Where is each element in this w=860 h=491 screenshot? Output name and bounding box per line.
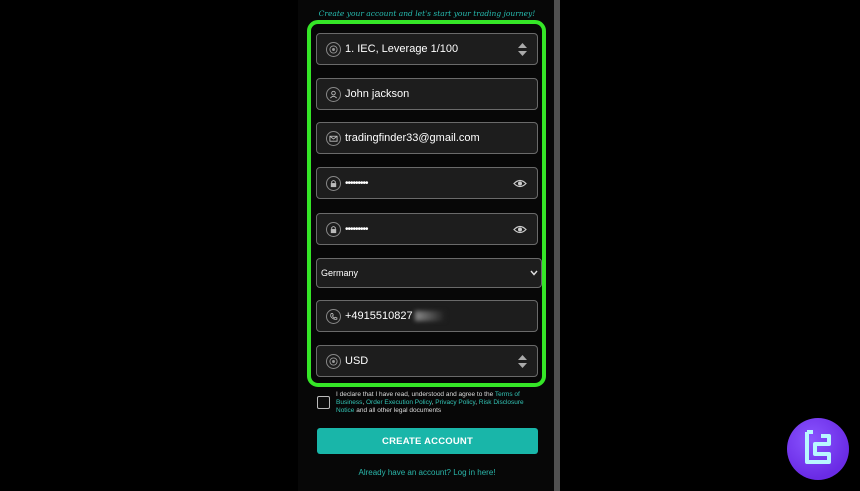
brand-logo bbox=[787, 418, 849, 480]
password-field[interactable]: ••••••••• bbox=[316, 167, 538, 199]
terms-separator: , bbox=[475, 399, 478, 406]
confirm-password-field[interactable]: ••••••••• bbox=[316, 213, 538, 245]
lock-icon bbox=[326, 221, 341, 237]
terms-agreement: I declare that I have read, understood a… bbox=[317, 391, 539, 415]
email-field[interactable]: tradingfinder33@gmail.com bbox=[316, 122, 538, 154]
lock-icon bbox=[326, 175, 341, 191]
terms-prefix: I declare that I have read, understood a… bbox=[336, 391, 494, 398]
phone-field[interactable]: +4915510827 bbox=[316, 300, 538, 332]
redacted-digits bbox=[414, 311, 445, 322]
panel-scrollbar[interactable] bbox=[554, 0, 560, 491]
password-value: ••••••••• bbox=[345, 177, 369, 189]
account-type-select[interactable]: 1. IEC, Leverage 1/100 bbox=[316, 33, 538, 65]
create-account-button[interactable]: CREATE ACCOUNT bbox=[317, 428, 538, 454]
country-select[interactable]: Germany bbox=[316, 258, 542, 288]
eye-icon[interactable] bbox=[513, 179, 527, 188]
eye-icon[interactable] bbox=[513, 225, 527, 234]
terms-text: I declare that I have read, understood a… bbox=[336, 391, 539, 415]
terms-suffix: and all other legal documents bbox=[356, 407, 442, 414]
order-execution-policy-link[interactable]: Order Execution Policy bbox=[366, 399, 432, 406]
terms-separator: , bbox=[431, 399, 434, 406]
form-subtitle: Create your account and let's start your… bbox=[318, 9, 536, 18]
currency-value: USD bbox=[345, 355, 369, 367]
account-type-icon bbox=[326, 41, 341, 57]
name-value: John jackson bbox=[345, 88, 410, 100]
sort-arrows-icon bbox=[518, 42, 527, 56]
privacy-policy-link[interactable]: Privacy Policy bbox=[435, 399, 475, 406]
phone-icon bbox=[326, 308, 341, 324]
user-icon bbox=[326, 86, 341, 102]
phone-value: +4915510827 bbox=[345, 310, 413, 322]
country-value: Germany bbox=[321, 268, 359, 278]
sort-arrows-icon bbox=[518, 354, 527, 368]
confirm-password-value: ••••••••• bbox=[345, 223, 369, 235]
currency-select[interactable]: USD bbox=[316, 345, 538, 377]
name-field[interactable]: John jackson bbox=[316, 78, 538, 110]
login-link[interactable]: Already have an account? Log in here! bbox=[300, 468, 554, 477]
mail-icon bbox=[326, 130, 341, 146]
account-type-value: 1. IEC, Leverage 1/100 bbox=[345, 43, 459, 55]
chevron-down-icon bbox=[530, 270, 538, 276]
terms-separator: , bbox=[362, 399, 365, 406]
email-value: tradingfinder33@gmail.com bbox=[345, 132, 480, 144]
currency-icon bbox=[326, 353, 341, 369]
phone-value-wrap: +4915510827 bbox=[345, 310, 537, 322]
terms-checkbox[interactable] bbox=[317, 396, 330, 409]
logo-mark-icon bbox=[805, 430, 831, 464]
